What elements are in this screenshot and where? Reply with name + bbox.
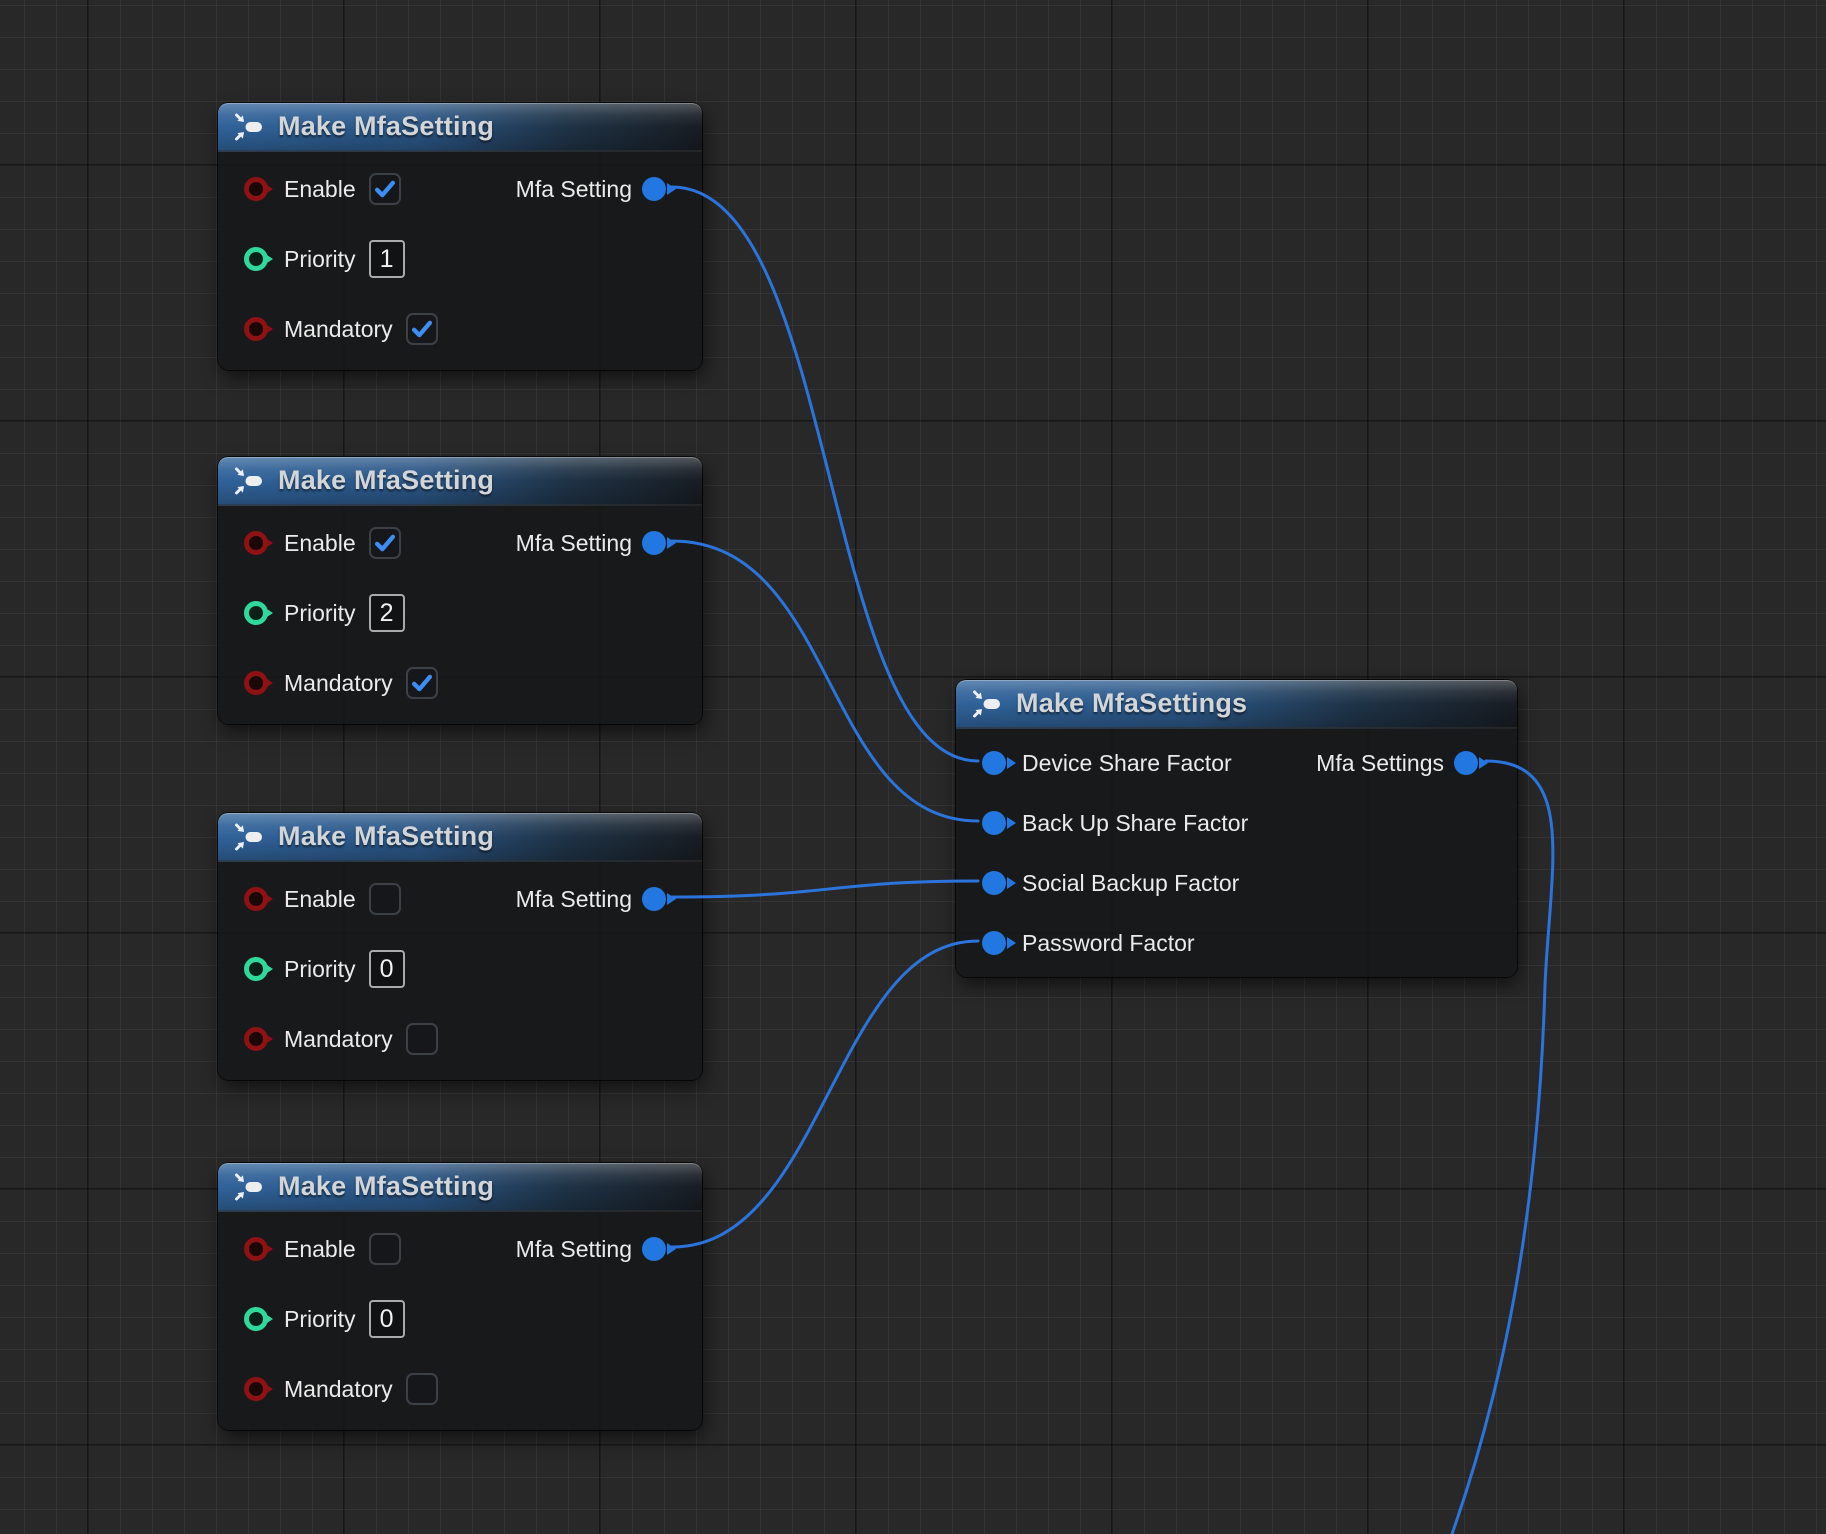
priority-input-pin[interactable]	[244, 247, 268, 271]
mandatory-input-pin[interactable]	[244, 1027, 268, 1051]
node-make-mfasettings[interactable]: Make MfaSettings Device Share Factor Bac…	[956, 680, 1517, 977]
mfa-setting-output-label: Mfa Setting	[516, 176, 632, 203]
node-title: Make MfaSetting	[278, 821, 494, 852]
password-factor-input-pin[interactable]	[982, 931, 1006, 955]
node-header[interactable]: Make MfaSetting	[218, 103, 702, 152]
mandatory-label: Mandatory	[284, 1026, 393, 1053]
node-title: Make MfaSetting	[278, 1171, 494, 1202]
enable-input-pin[interactable]	[244, 1237, 268, 1261]
priority-input-pin[interactable]	[244, 957, 268, 981]
priority-label: Priority	[284, 1306, 356, 1333]
mfa-setting-output-pin[interactable]	[642, 531, 666, 555]
node-title: Make MfaSettings	[1016, 688, 1247, 719]
priority-value-input[interactable]: 0	[369, 1300, 405, 1338]
node-header[interactable]: Make MfaSetting	[218, 1163, 702, 1212]
enable-input-pin[interactable]	[244, 177, 268, 201]
wire-mfasetting4-to-password-factor[interactable]	[672, 941, 978, 1247]
mfa-setting-output-pin[interactable]	[642, 177, 666, 201]
blueprint-graph-canvas[interactable]: Make MfaSetting Enable Priority 1 Mandat…	[0, 0, 1826, 1534]
enable-label: Enable	[284, 530, 356, 557]
node-header[interactable]: Make MfaSetting	[218, 457, 702, 506]
wire-mfasetting2-to-back-up-share-factor[interactable]	[672, 541, 978, 821]
social-backup-factor-label: Social Backup Factor	[1022, 870, 1239, 897]
node-header[interactable]: Make MfaSettings	[956, 680, 1517, 729]
enable-checkbox[interactable]	[369, 883, 401, 915]
priority-label: Priority	[284, 246, 356, 273]
node-header[interactable]: Make MfaSetting	[218, 813, 702, 862]
mfa-setting-output-pin[interactable]	[642, 1237, 666, 1261]
make-struct-icon	[233, 465, 265, 497]
mandatory-checkbox[interactable]	[406, 1373, 438, 1405]
priority-value-input[interactable]: 0	[369, 950, 405, 988]
mfa-setting-output-label: Mfa Setting	[516, 530, 632, 557]
make-struct-icon	[971, 688, 1003, 720]
enable-input-pin[interactable]	[244, 887, 268, 911]
enable-label: Enable	[284, 176, 356, 203]
make-struct-icon	[233, 1171, 265, 1203]
mandatory-checkbox[interactable]	[406, 313, 438, 345]
node-title: Make MfaSetting	[278, 111, 494, 142]
mandatory-label: Mandatory	[284, 1376, 393, 1403]
priority-input-pin[interactable]	[244, 601, 268, 625]
priority-label: Priority	[284, 600, 356, 627]
priority-input-pin[interactable]	[244, 1307, 268, 1331]
mfa-settings-output-pin[interactable]	[1454, 751, 1478, 775]
priority-value-input[interactable]: 2	[369, 594, 405, 632]
device-share-factor-input-pin[interactable]	[982, 751, 1006, 775]
mandatory-label: Mandatory	[284, 316, 393, 343]
node-make-mfasetting-2[interactable]: Make MfaSetting Enable Priority 2 Mandat…	[218, 457, 702, 724]
password-factor-label: Password Factor	[1022, 930, 1195, 957]
node-title: Make MfaSetting	[278, 465, 494, 496]
make-struct-icon	[233, 821, 265, 853]
mfa-setting-output-label: Mfa Setting	[516, 1236, 632, 1263]
make-struct-icon	[233, 111, 265, 143]
enable-checkbox[interactable]	[369, 173, 401, 205]
enable-input-pin[interactable]	[244, 531, 268, 555]
enable-checkbox[interactable]	[369, 1233, 401, 1265]
mfa-setting-output-pin[interactable]	[642, 887, 666, 911]
node-make-mfasetting-3[interactable]: Make MfaSetting Enable Priority 0 Mandat…	[218, 813, 702, 1080]
node-make-mfasetting-1[interactable]: Make MfaSetting Enable Priority 1 Mandat…	[218, 103, 702, 370]
node-make-mfasetting-4[interactable]: Make MfaSetting Enable Priority 0 Mandat…	[218, 1163, 702, 1430]
mfa-setting-output-label: Mfa Setting	[516, 886, 632, 913]
enable-label: Enable	[284, 1236, 356, 1263]
priority-label: Priority	[284, 956, 356, 983]
enable-label: Enable	[284, 886, 356, 913]
priority-value-input[interactable]: 1	[369, 240, 405, 278]
social-backup-factor-input-pin[interactable]	[982, 871, 1006, 895]
mandatory-label: Mandatory	[284, 670, 393, 697]
back-up-share-factor-input-pin[interactable]	[982, 811, 1006, 835]
mandatory-input-pin[interactable]	[244, 317, 268, 341]
mandatory-input-pin[interactable]	[244, 671, 268, 695]
mandatory-checkbox[interactable]	[406, 667, 438, 699]
mandatory-input-pin[interactable]	[244, 1377, 268, 1401]
wire-mfasetting3-to-social-backup-factor[interactable]	[672, 881, 978, 897]
device-share-factor-label: Device Share Factor	[1022, 750, 1232, 777]
mandatory-checkbox[interactable]	[406, 1023, 438, 1055]
enable-checkbox[interactable]	[369, 527, 401, 559]
mfa-settings-output-label: Mfa Settings	[1316, 750, 1444, 777]
back-up-share-factor-label: Back Up Share Factor	[1022, 810, 1248, 837]
